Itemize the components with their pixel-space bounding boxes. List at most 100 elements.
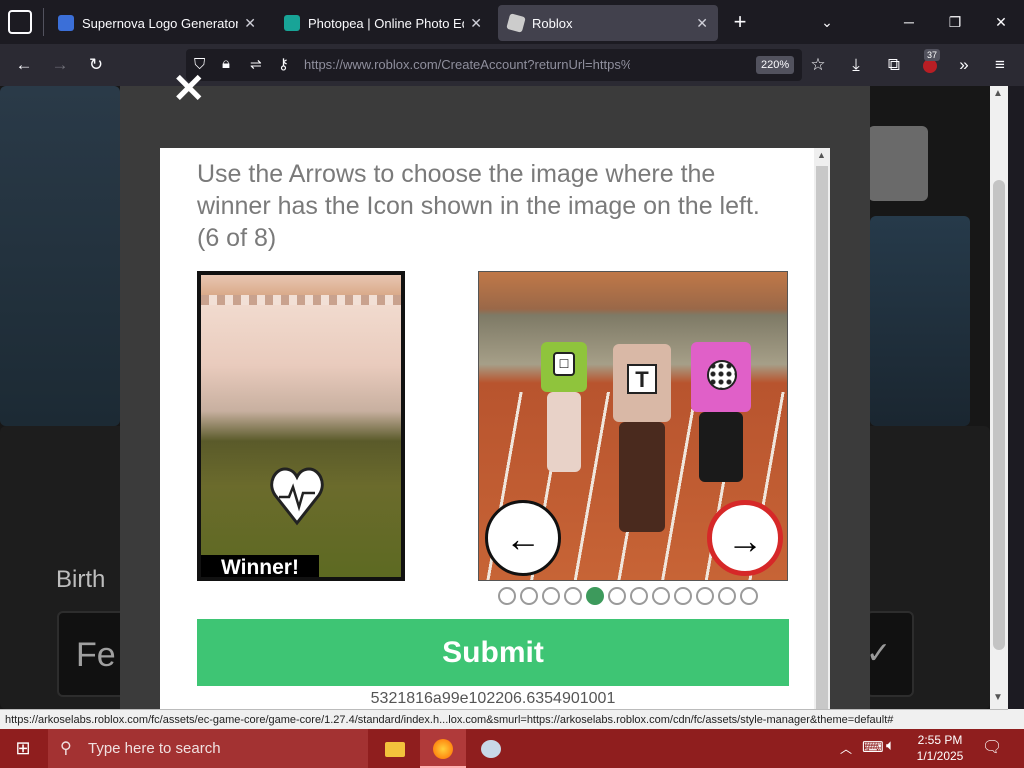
challenge-scrollbar-thumb[interactable] [816, 166, 828, 709]
scroll-up-icon[interactable]: ▲ [993, 88, 1003, 99]
stadium-stands [201, 295, 401, 305]
right-arrow-icon: → [727, 520, 763, 561]
tab-overflow-chevron-icon[interactable]: ⌄ [815, 8, 839, 36]
file-explorer-icon[interactable] [372, 729, 418, 768]
restore-button[interactable]: ❐ [932, 8, 978, 36]
close-tab-icon[interactable]: ✕ [244, 15, 256, 32]
menu-hamburger-icon[interactable]: ≡ [986, 51, 1014, 79]
search-placeholder: Type here to search [88, 740, 221, 757]
close-tab-icon[interactable]: ✕ [696, 15, 708, 32]
submit-button[interactable]: Submit [197, 619, 789, 686]
tab-supernova[interactable]: Supernova Logo Generator ✕ [48, 5, 266, 41]
background-avatars [870, 216, 970, 426]
navigation-bar: ← → ↻ ⛉ 🔒︎ ⇌ ⚷ https://www.roblox.com/Cr… [0, 44, 1024, 86]
page-scrollbar[interactable]: ▲ ▼ [990, 86, 1008, 709]
page-dot [740, 587, 758, 605]
firefox-taskbar-icon[interactable] [420, 729, 466, 768]
month-value: Fe [76, 636, 116, 674]
forward-arrow-icon[interactable]: → [46, 51, 74, 79]
scrollbar-corner [1008, 709, 1024, 729]
soccer-ball-icon [707, 360, 737, 390]
page-indicator [498, 587, 764, 607]
page-dot [674, 587, 692, 605]
back-arrow-icon[interactable]: ← [10, 51, 38, 79]
reference-image: Winner! [197, 271, 405, 581]
system-clock[interactable]: 2:55 PM 1/1/2025 [904, 732, 976, 764]
page-dot [608, 587, 626, 605]
close-tab-icon[interactable]: ✕ [470, 15, 482, 32]
scroll-up-icon[interactable]: ▲ [817, 150, 826, 160]
bookmark-star-icon[interactable]: ☆ [804, 51, 832, 79]
page-dot [542, 587, 560, 605]
page-dot [652, 587, 670, 605]
previous-arrow-button[interactable]: ← [485, 500, 561, 576]
runner-middle-legs [619, 422, 665, 532]
photopea-favicon-icon [284, 15, 300, 31]
page-dot [498, 587, 516, 605]
clock-date: 1/1/2025 [916, 749, 964, 763]
taskbar: ⊞ ⚲ Type here to search ︿ ⌨ 🔈︎ 2:55 PM 1… [0, 729, 1024, 768]
tab-title: Photopea | Online Photo Editor [308, 15, 464, 31]
tab-title: Supernova Logo Generator [82, 15, 239, 31]
tab-bar: Supernova Logo Generator ✕ Photopea | On… [0, 0, 1024, 44]
page-dot [586, 587, 604, 605]
page-dot [718, 587, 736, 605]
shirt-icon: T [627, 364, 657, 394]
search-icon: ⚲ [60, 740, 72, 757]
page-dot [520, 587, 538, 605]
paint-taskbar-icon[interactable] [468, 729, 514, 768]
page-dot [630, 587, 648, 605]
network-icon[interactable]: ⌨ [862, 738, 884, 756]
status-link-url: https://arkoselabs.roblox.com/fc/assets/… [0, 709, 1008, 729]
tab-roblox[interactable]: Roblox ✕ [498, 5, 718, 41]
new-tab-button[interactable]: + [728, 8, 752, 36]
captcha-prompt: Use the Arrows to choose the image where… [197, 160, 760, 252]
clock-time: 2:55 PM [917, 733, 963, 747]
notifications-icon[interactable]: 🗨︎ [982, 737, 1002, 757]
lock-icon[interactable]: 🔒︎ [222, 55, 230, 72]
runner-left-legs [547, 392, 581, 472]
extensions-icon[interactable]: ⧉ [880, 51, 908, 79]
page-dot [564, 587, 582, 605]
background-avatars [0, 86, 120, 426]
key-icon[interactable]: ⚷ [278, 55, 289, 73]
captcha-challenge: Use the Arrows to choose the image where… [160, 148, 814, 709]
close-modal-icon[interactable]: ✕ [172, 69, 206, 109]
runner-right-legs [699, 412, 743, 482]
tab-title: Roblox [532, 15, 573, 31]
palette-icon [481, 740, 501, 759]
url-bar[interactable]: ⛉ 🔒︎ ⇌ ⚷ https://www.roblox.com/CreateAc… [186, 49, 802, 81]
background-button [868, 126, 928, 201]
page-dot [696, 587, 714, 605]
firefox-icon [433, 739, 453, 760]
page-scrollbar-thumb[interactable] [993, 180, 1005, 650]
overflow-chevrons-icon[interactable]: » [950, 51, 978, 79]
zoom-indicator[interactable]: 220% [756, 56, 795, 74]
downloads-icon[interactable]: ⤓ [842, 51, 870, 79]
taskbar-search[interactable]: ⚲ Type here to search [48, 729, 368, 768]
challenge-scrollbar[interactable]: ▲ [814, 148, 830, 709]
reload-icon[interactable]: ↻ [82, 51, 110, 79]
tab-photopea[interactable]: Photopea | Online Photo Editor ✕ [274, 5, 492, 41]
minimize-button[interactable]: ─ [886, 8, 932, 36]
tab-divider [43, 8, 44, 36]
next-arrow-button[interactable]: → [707, 500, 783, 576]
close-window-button[interactable]: ✕ [978, 8, 1024, 36]
folder-icon [385, 741, 405, 757]
phone-icon: ☐ [553, 352, 575, 376]
url-text[interactable]: https://www.roblox.com/CreateAccount?ret… [304, 57, 630, 72]
winner-label: Winner! [201, 555, 319, 577]
session-id: 5321816a99e102206.6354901001 [370, 690, 616, 707]
supernova-favicon-icon [58, 15, 74, 31]
extension-badge: 37 [924, 49, 941, 61]
candidate-image: ☐ T ← → [478, 271, 788, 581]
windows-start-icon[interactable]: ⊞ [0, 729, 46, 768]
scroll-down-icon[interactable]: ▼ [993, 692, 1003, 703]
birthday-label: Birth [56, 566, 106, 593]
heart-pulse-icon [270, 467, 324, 526]
volume-muted-icon[interactable]: 🔈︎ [886, 737, 895, 754]
tab-list-icon[interactable] [8, 10, 32, 34]
permissions-icon[interactable]: ⇌ [250, 56, 262, 73]
left-arrow-icon: ← [505, 518, 541, 559]
system-tray-chevron-icon[interactable]: ︿ [840, 740, 852, 757]
